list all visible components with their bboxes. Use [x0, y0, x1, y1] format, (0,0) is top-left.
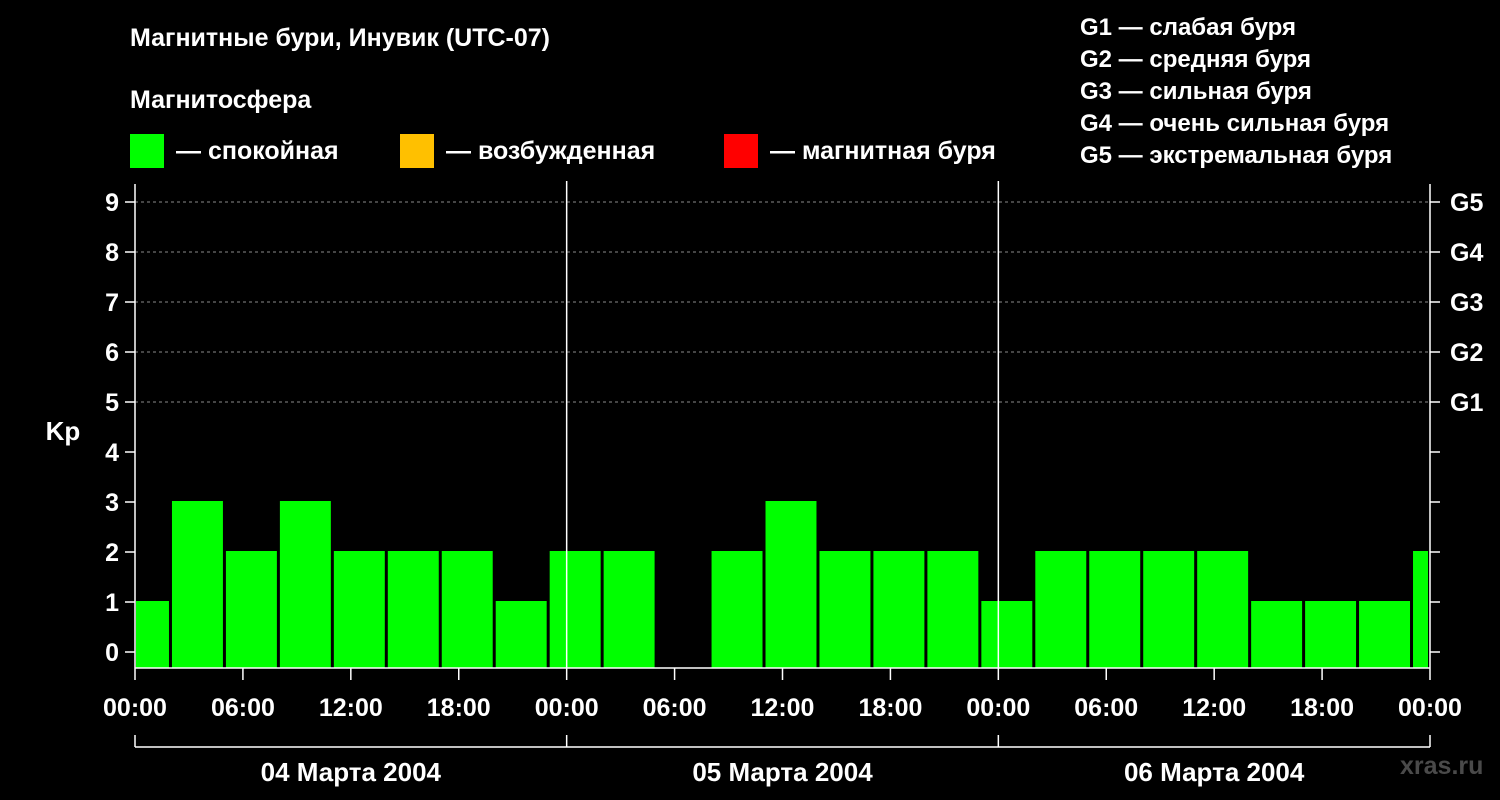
kp-bar [171, 501, 223, 668]
y-tick-label: 4 [105, 439, 119, 467]
y-tick-label: 1 [105, 589, 119, 617]
storm-level-label: G1 [1450, 389, 1483, 417]
kp-bar [711, 551, 763, 668]
x-tick-label: 12:00 [1182, 694, 1246, 722]
storm-level-label: G4 [1450, 239, 1483, 267]
day-label: 06 Марта 2004 [1124, 757, 1305, 787]
kp-bar [1143, 551, 1195, 668]
y-tick-label: 9 [105, 189, 119, 217]
x-tick-label: 06:00 [1074, 694, 1138, 722]
kp-chart: 0 1 2 3 4 5 6 7 8 9 G1 G2 G3 G4 G5 Kp 00:00 06:00 12:00 18:… [46, 181, 1483, 787]
kp-bar [441, 551, 493, 668]
kp-bar [765, 501, 817, 668]
day-label: 05 Марта 2004 [692, 757, 873, 787]
kp-bar [495, 601, 547, 668]
kp-bar [1089, 551, 1141, 668]
kp-bar [981, 601, 1033, 668]
y-tick-label: 7 [105, 289, 119, 317]
watermark: xras.ru [1400, 752, 1484, 780]
y-tick-label: 6 [105, 339, 119, 367]
x-tick-label: 06:00 [211, 694, 275, 722]
kp-bar [1035, 551, 1087, 668]
kp-bar [136, 601, 169, 668]
kp-bar [1197, 551, 1249, 668]
kp-bar [1413, 551, 1428, 668]
storm-level-label: G2 [1450, 339, 1483, 367]
kp-bar [873, 551, 925, 668]
kp-bar [279, 501, 331, 668]
x-tick-label: 00:00 [103, 694, 167, 722]
y-axis-title: Kp [46, 416, 81, 446]
day-label: 04 Марта 2004 [261, 757, 442, 787]
x-tick-label: 12:00 [319, 694, 383, 722]
kp-bar [1305, 601, 1357, 668]
kp-bar [549, 551, 601, 668]
y-tick-label: 3 [105, 489, 119, 517]
kp-bar [1359, 601, 1411, 668]
y-tick-label: 0 [105, 639, 119, 667]
kp-bar [387, 551, 439, 668]
x-tick-label: 18:00 [427, 694, 491, 722]
kp-bar [603, 551, 655, 668]
x-tick-label: 12:00 [751, 694, 815, 722]
storm-level-label: G5 [1450, 189, 1483, 217]
x-tick-label: 00:00 [535, 694, 599, 722]
y-tick-label: 5 [105, 389, 119, 417]
kp-bar [225, 551, 277, 668]
y-tick-label: 8 [105, 239, 119, 267]
x-tick-label: 00:00 [1398, 694, 1462, 722]
kp-bar [927, 551, 979, 668]
x-tick-label: 18:00 [1290, 694, 1354, 722]
x-tick-label: 18:00 [858, 694, 922, 722]
x-tick-label: 06:00 [643, 694, 707, 722]
y-tick-label: 2 [105, 539, 119, 567]
kp-bar [333, 551, 385, 668]
storm-level-label: G3 [1450, 289, 1483, 317]
kp-bar [819, 551, 871, 668]
x-tick-label: 00:00 [966, 694, 1030, 722]
kp-bar [1251, 601, 1303, 668]
